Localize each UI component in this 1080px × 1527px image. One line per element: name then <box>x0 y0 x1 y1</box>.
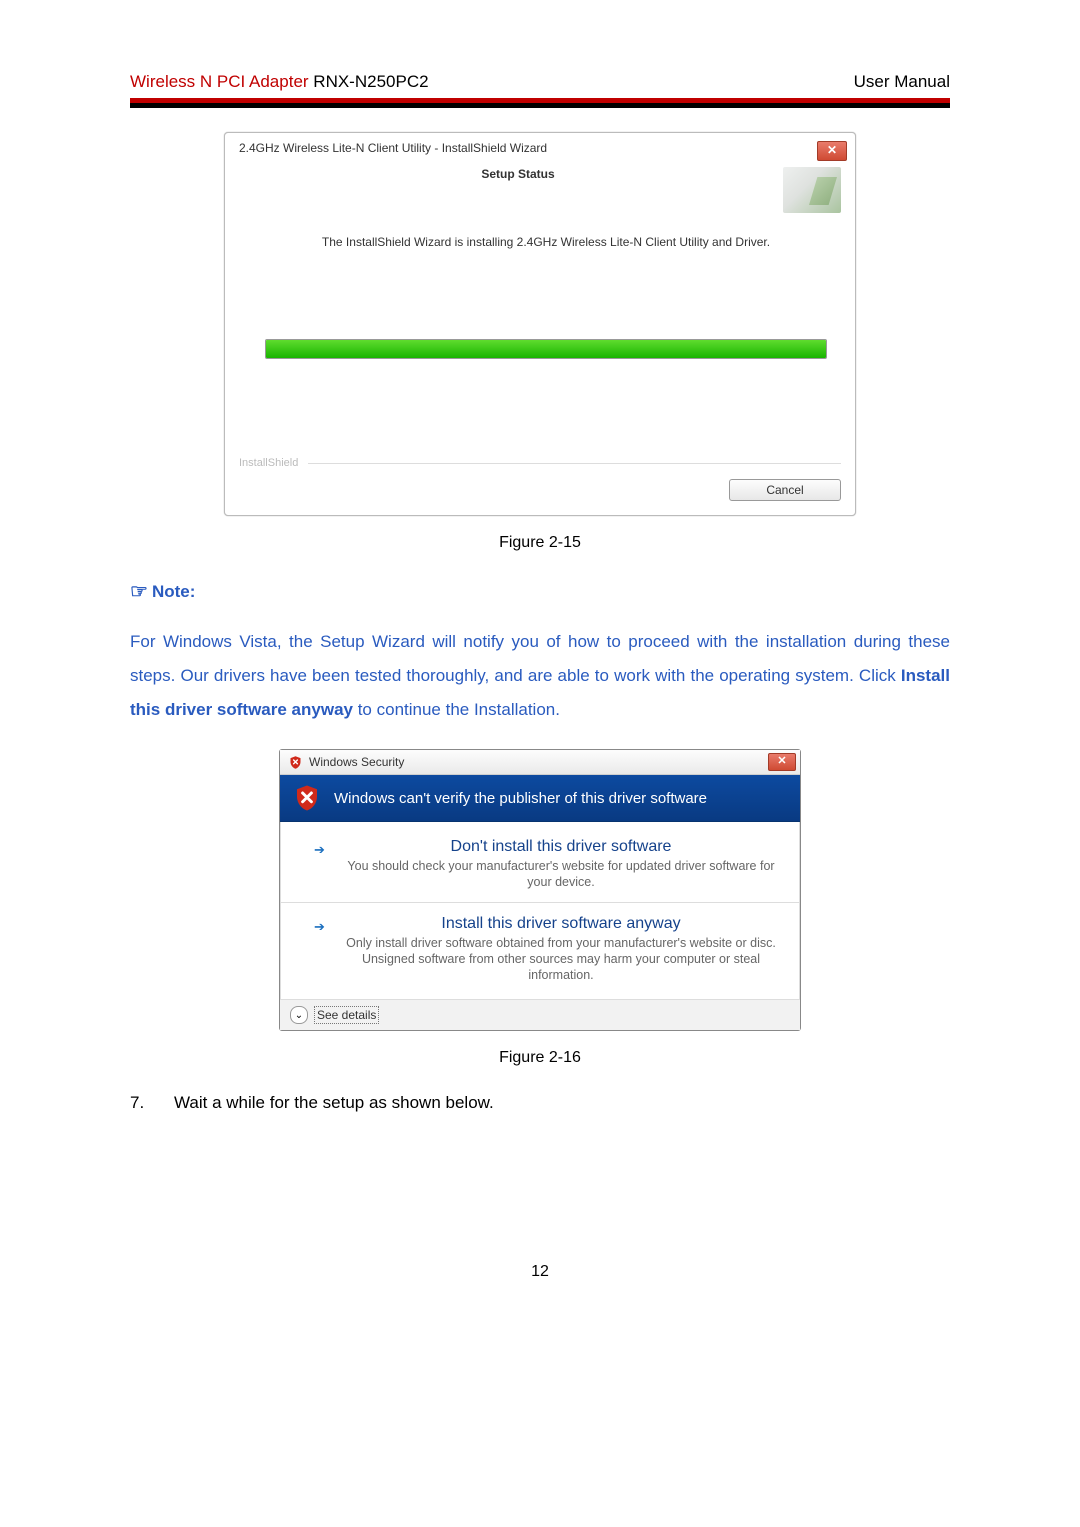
note-text-pre: For Windows Vista, the Setup Wizard will… <box>130 632 950 685</box>
step-number: 7. <box>130 1093 174 1113</box>
arrow-right-icon: ➔ <box>314 842 325 858</box>
wizard-window-title: 2.4GHz Wireless Lite-N Client Utility - … <box>239 141 547 155</box>
pointing-hand-icon: ☞ <box>130 579 148 604</box>
chevron-down-icon[interactable]: ⌄ <box>290 1006 308 1024</box>
note-text-post: to continue the Installation. <box>353 700 560 719</box>
option-install-anyway-desc: Only install driver software obtained fr… <box>338 935 784 983</box>
shield-large-icon <box>292 783 322 813</box>
doc-header: Wireless N PCI Adapter RNX-N250PC2 User … <box>130 72 950 92</box>
step-text: Wait a while for the setup as shown belo… <box>174 1093 494 1113</box>
option-dont-install[interactable]: ➔ Don't install this driver software You… <box>338 838 784 890</box>
shield-icon <box>288 755 303 770</box>
wizard-header-art-icon <box>783 167 841 213</box>
doc-title-red: Wireless N PCI Adapter <box>130 72 309 91</box>
close-icon[interactable]: ✕ <box>817 141 847 161</box>
installshield-brand: InstallShield <box>239 457 308 469</box>
note-heading: ☞Note: <box>130 578 950 603</box>
winsec-heading: Windows can't verify the publisher of th… <box>334 790 707 807</box>
note-body: For Windows Vista, the Setup Wizard will… <box>130 625 950 727</box>
install-progress-bar <box>265 339 827 359</box>
cancel-button[interactable]: Cancel <box>729 479 841 501</box>
close-icon[interactable]: ✕ <box>768 753 796 771</box>
option-install-anyway[interactable]: ➔ Install this driver software anyway On… <box>338 915 784 983</box>
page-number: 12 <box>130 1263 950 1281</box>
note-label: Note: <box>152 582 195 601</box>
see-details-link[interactable]: See details <box>314 1006 379 1024</box>
divider <box>308 463 841 464</box>
figure-2-16-caption: Figure 2-16 <box>130 1049 950 1067</box>
option-install-anyway-title: Install this driver software anyway <box>338 915 784 933</box>
divider <box>280 902 800 903</box>
installshield-wizard-dialog: 2.4GHz Wireless Lite-N Client Utility - … <box>224 132 856 516</box>
winsec-title-text: Windows Security <box>309 755 404 769</box>
setup-status-label: Setup Status <box>253 167 783 181</box>
arrow-right-icon: ➔ <box>314 919 325 935</box>
windows-security-dialog: Windows Security ✕ Windows can't verify … <box>279 749 801 1031</box>
doc-title-right: User Manual <box>854 72 950 92</box>
install-progress-fill <box>266 340 826 358</box>
figure-2-15-caption: Figure 2-15 <box>130 534 950 552</box>
doc-title-left: Wireless N PCI Adapter RNX-N250PC2 <box>130 72 429 92</box>
option-dont-install-title: Don't install this driver software <box>338 838 784 856</box>
header-rule-black <box>130 103 950 108</box>
option-dont-install-desc: You should check your manufacturer's web… <box>338 858 784 890</box>
winsec-titlebar-left: Windows Security <box>288 755 404 770</box>
step-7: 7. Wait a while for the setup as shown b… <box>130 1093 950 1113</box>
doc-title-model: RNX-N250PC2 <box>309 72 429 91</box>
install-message: The InstallShield Wizard is installing 2… <box>265 235 827 249</box>
